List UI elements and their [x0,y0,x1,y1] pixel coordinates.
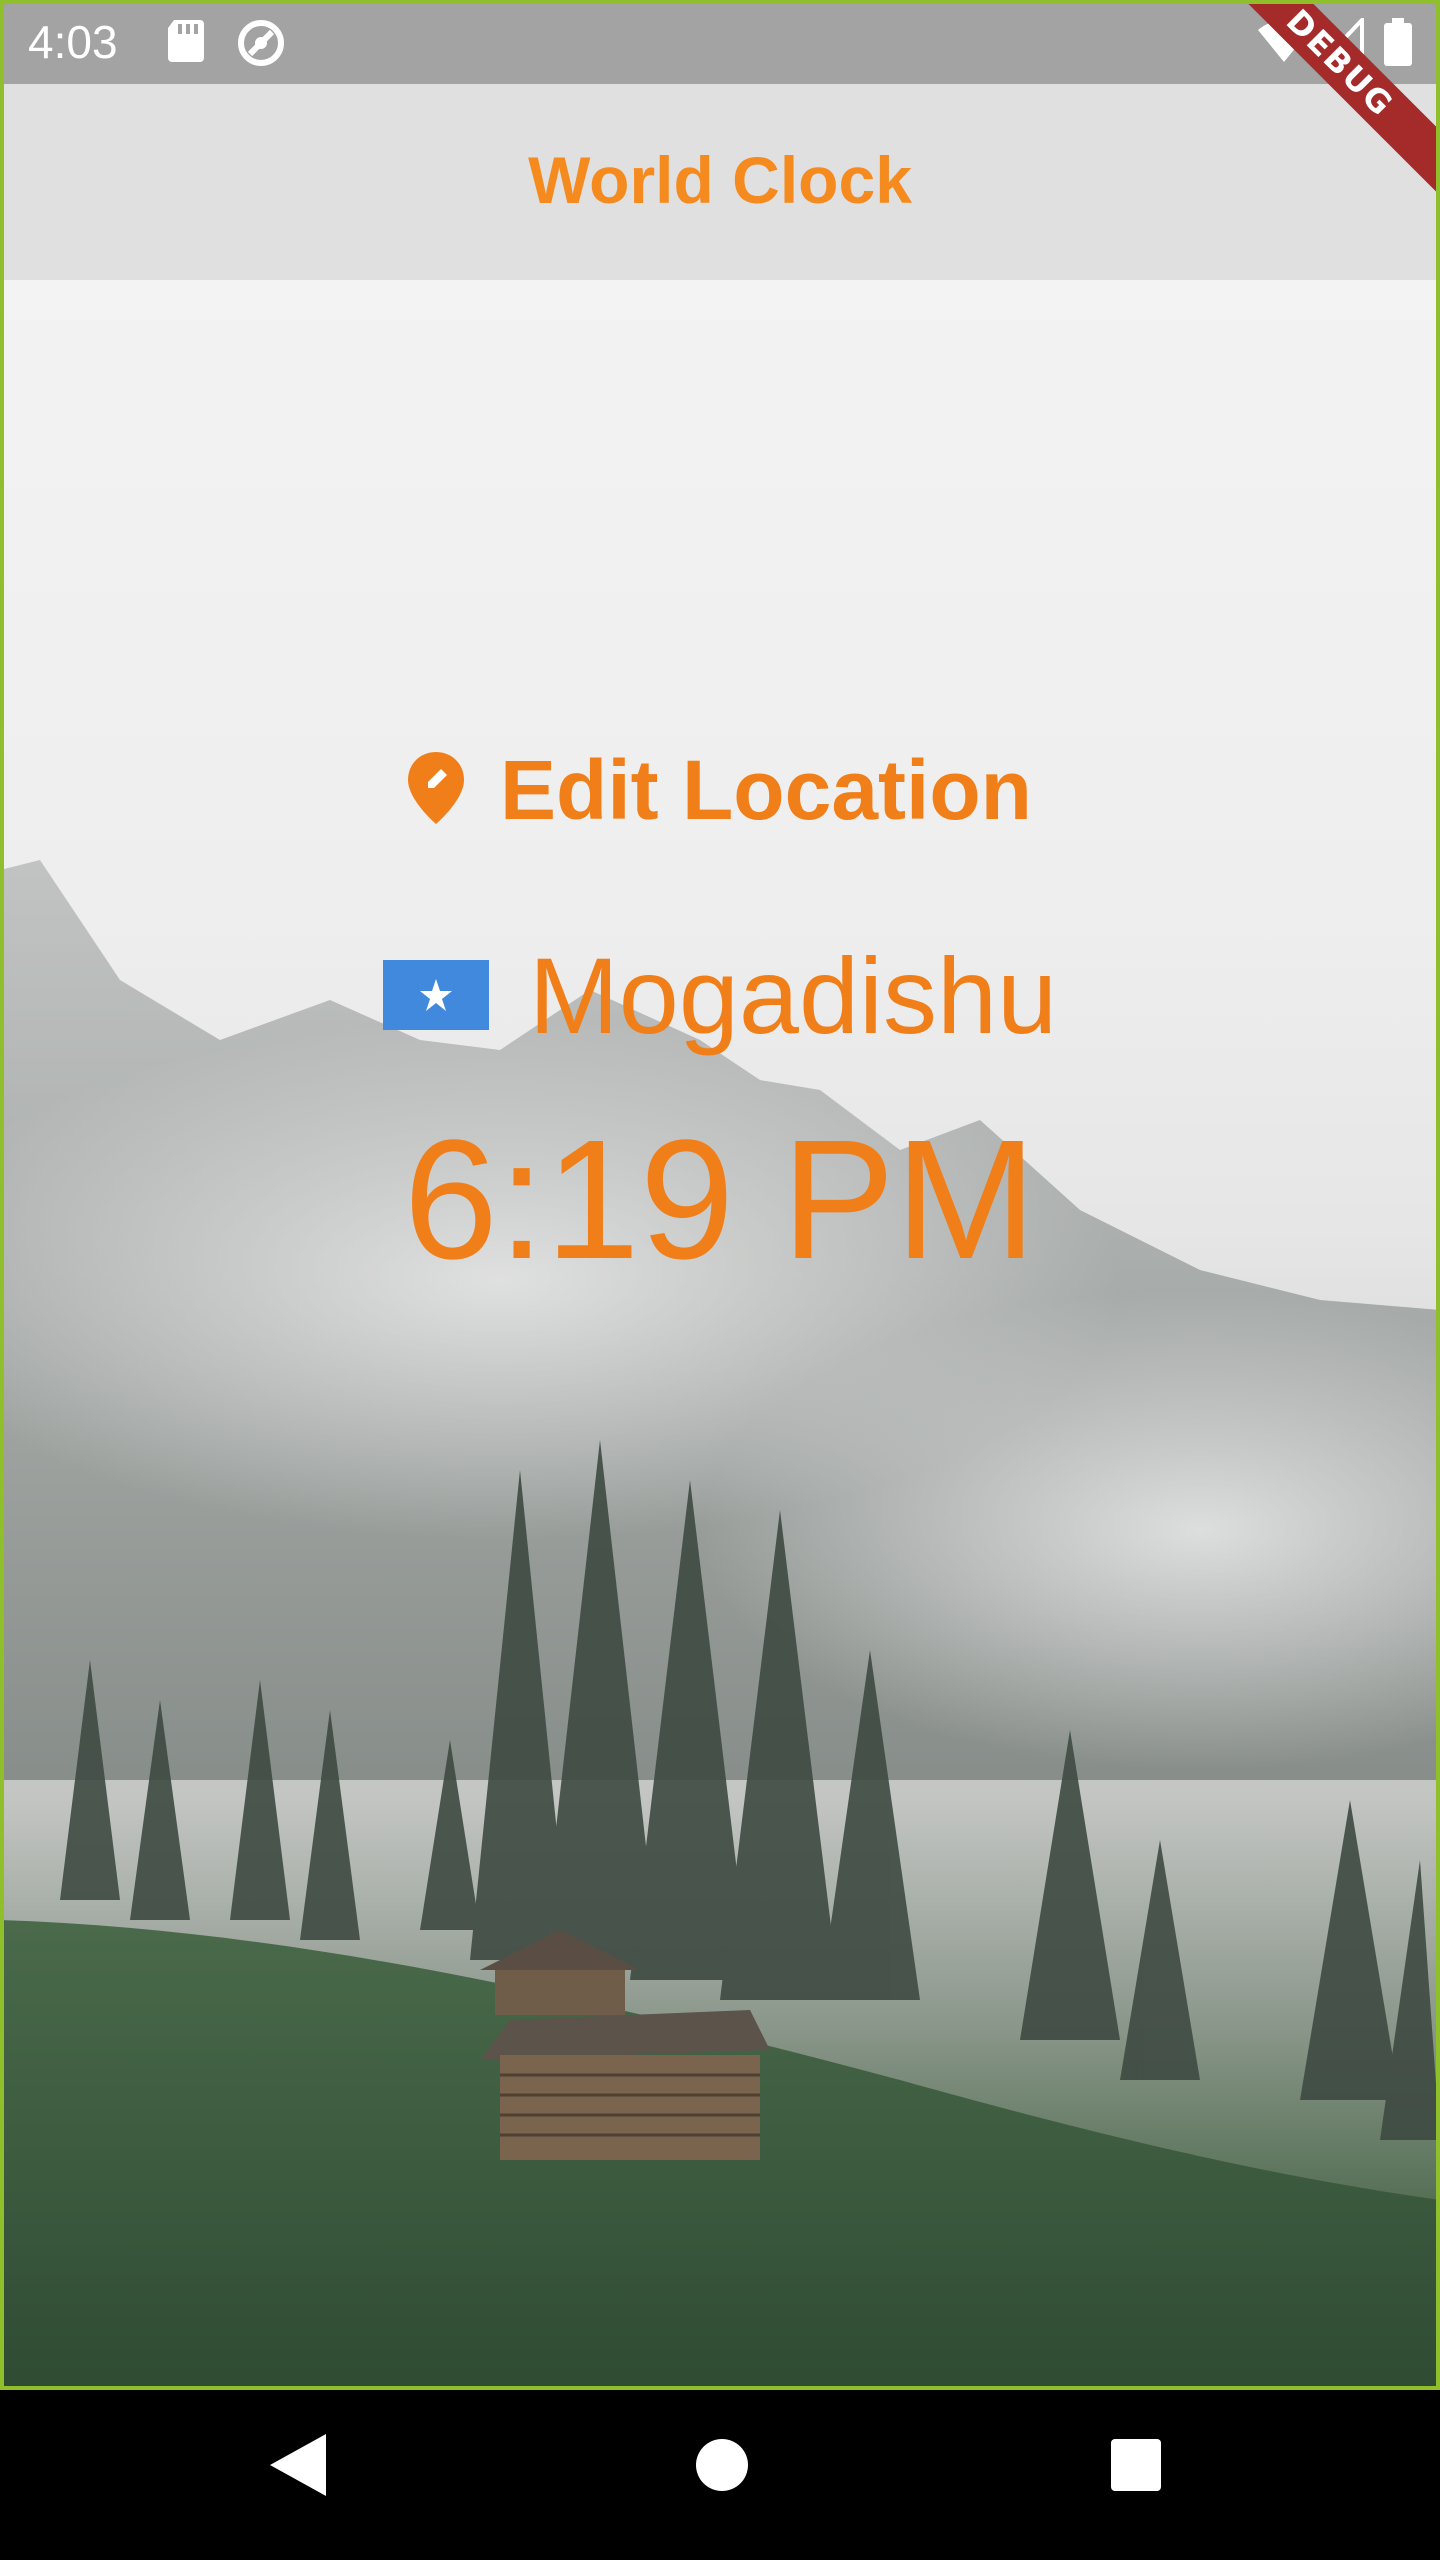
battery-icon [1384,18,1412,71]
recents-icon[interactable] [1108,2430,1164,2505]
navigation-bar [0,2390,1440,2560]
back-icon[interactable] [266,2430,330,2505]
location-row: Mogadishu [0,930,1440,1060]
sd-card-icon [166,18,206,69]
sync-icon [236,18,286,73]
status-bar: 4:03 [0,0,1440,84]
status-time: 4:03 [28,16,118,68]
background-scene: Edit Location Mogadishu 6:19 PM [0,280,1440,2390]
home-icon[interactable] [692,2430,752,2505]
time-display: 6:19 PM [403,1105,1037,1295]
edit-location-icon [408,751,464,829]
location-name: Mogadishu [528,934,1058,1056]
somalia-flag-icon [382,960,489,1030]
page-title: World Clock [528,143,912,217]
app-bar: World Clock [0,84,1440,280]
mountain-landscape-image [0,860,1440,2390]
edit-location-button[interactable]: Edit Location [0,735,1440,845]
screen: 4:03 World Clock Edit Location Mogadishu… [0,0,1440,2560]
edit-location-label: Edit Location [500,742,1032,837]
